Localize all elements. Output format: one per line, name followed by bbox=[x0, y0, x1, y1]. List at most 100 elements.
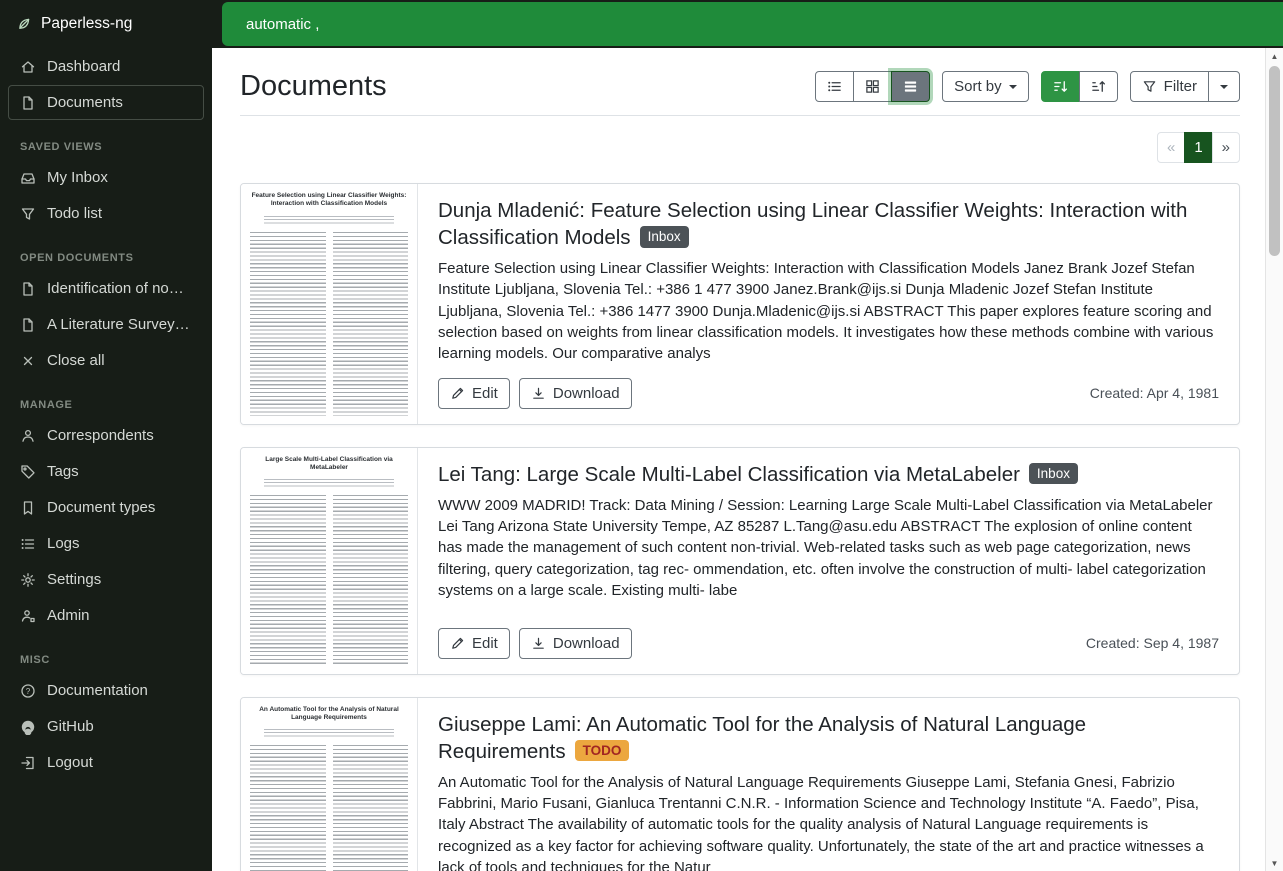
document-excerpt: Feature Selection using Linear Classifie… bbox=[438, 258, 1219, 364]
saved-views-heading: SAVED VIEWS bbox=[0, 121, 212, 159]
sort-direction-group bbox=[1041, 71, 1118, 102]
file-icon bbox=[20, 317, 36, 333]
edit-button[interactable]: Edit bbox=[438, 628, 510, 659]
sidebar-item-logs[interactable]: Logs bbox=[8, 526, 204, 561]
document-thumbnail[interactable]: Feature Selection using Linear Classifie… bbox=[241, 184, 418, 424]
sort-descending-icon bbox=[1053, 79, 1068, 94]
view-toggle-group bbox=[815, 71, 930, 102]
person-icon bbox=[20, 428, 36, 444]
sidebar-item-todo-list[interactable]: Todo list bbox=[8, 196, 204, 231]
open-documents-heading: OPEN DOCUMENTS bbox=[0, 232, 212, 270]
sidebar-item-close-all[interactable]: Close all bbox=[8, 343, 204, 378]
sidebar-item-correspondents[interactable]: Correspondents bbox=[8, 418, 204, 453]
grid-view-button[interactable] bbox=[853, 71, 892, 102]
tag-badge-todo[interactable]: TODO bbox=[575, 740, 630, 762]
sidebar-item-settings[interactable]: Settings bbox=[8, 562, 204, 597]
tag-icon bbox=[20, 464, 36, 480]
sidebar-item-open-doc-2[interactable]: A Literature Survey on ... bbox=[8, 307, 204, 342]
scrollbar[interactable]: ▲ ▼ bbox=[1265, 48, 1283, 871]
pencil-icon bbox=[450, 386, 465, 401]
tag-badge-inbox[interactable]: Inbox bbox=[640, 226, 689, 248]
download-icon bbox=[531, 636, 546, 651]
page-header: Documents Sort by bbox=[240, 48, 1240, 116]
tag-badge-inbox[interactable]: Inbox bbox=[1029, 463, 1078, 485]
document-card: Large Scale Multi-Label Classification v… bbox=[240, 447, 1240, 675]
created-date: Created: Apr 4, 1981 bbox=[1090, 385, 1219, 401]
document-card: Feature Selection using Linear Classifie… bbox=[240, 183, 1240, 425]
page-title: Documents bbox=[240, 70, 387, 103]
sidebar-item-documents[interactable]: Documents bbox=[8, 85, 204, 120]
brand[interactable]: Paperless-ng bbox=[0, 0, 212, 48]
sidebar-item-open-doc-1[interactable]: Identification of non-fu... bbox=[8, 271, 204, 306]
funnel-icon bbox=[1142, 79, 1157, 94]
sidebar-item-documentation[interactable]: ? Documentation bbox=[8, 673, 204, 708]
pencil-icon bbox=[450, 636, 465, 651]
sidebar-item-my-inbox[interactable]: My Inbox bbox=[8, 160, 204, 195]
inbox-icon bbox=[20, 170, 36, 186]
admin-icon bbox=[20, 608, 36, 624]
sidebar-item-dashboard[interactable]: Dashboard bbox=[8, 49, 204, 84]
sidebar-item-admin[interactable]: Admin bbox=[8, 598, 204, 633]
svg-text:?: ? bbox=[26, 687, 31, 696]
github-icon bbox=[20, 719, 36, 735]
sidebar-item-document-types[interactable]: Document types bbox=[8, 490, 204, 525]
sort-alphabetical-icon bbox=[1091, 79, 1106, 94]
document-excerpt: An Automatic Tool for the Analysis of Na… bbox=[438, 772, 1219, 871]
documents-icon bbox=[20, 95, 36, 111]
document-title[interactable]: Lei Tang: Large Scale Multi-Label Classi… bbox=[438, 461, 1219, 488]
brand-label: Paperless-ng bbox=[41, 15, 132, 33]
sort-alphabetical-button[interactable] bbox=[1079, 71, 1118, 102]
file-icon bbox=[20, 281, 36, 297]
document-excerpt: WWW 2009 MADRID! Track: Data Mining / Se… bbox=[438, 495, 1219, 601]
list-icon bbox=[20, 536, 36, 552]
filter-button[interactable]: Filter bbox=[1130, 71, 1209, 102]
filter-dropdown-button[interactable] bbox=[1208, 71, 1240, 102]
scrollbar-thumb[interactable] bbox=[1269, 66, 1280, 256]
document-card: An Automatic Tool for the Analysis of Na… bbox=[240, 697, 1240, 871]
pagination: « 1 » bbox=[240, 132, 1240, 163]
scroll-down-arrow[interactable]: ▼ bbox=[1271, 855, 1279, 871]
detail-view-icon bbox=[903, 79, 918, 94]
chevron-down-icon bbox=[1220, 85, 1228, 89]
sort-descending-button[interactable] bbox=[1041, 71, 1080, 102]
pagination-next-button[interactable]: » bbox=[1212, 132, 1240, 163]
detail-view-button[interactable] bbox=[891, 71, 930, 102]
manage-heading: MANAGE bbox=[0, 379, 212, 417]
toolbar: Sort by Filter bbox=[815, 71, 1240, 102]
sidebar-item-tags[interactable]: Tags bbox=[8, 454, 204, 489]
sidebar: Paperless-ng Dashboard Documents SAVED V… bbox=[0, 0, 212, 871]
topbar bbox=[212, 0, 1283, 48]
download-button[interactable]: Download bbox=[519, 628, 632, 659]
edit-button[interactable]: Edit bbox=[438, 378, 510, 409]
chevron-down-icon bbox=[1009, 85, 1017, 89]
bookmark-icon bbox=[20, 500, 36, 516]
dashboard-icon bbox=[20, 59, 36, 75]
sidebar-item-github[interactable]: GitHub bbox=[8, 709, 204, 744]
logout-icon bbox=[20, 755, 36, 771]
document-thumbnail[interactable]: An Automatic Tool for the Analysis of Na… bbox=[241, 698, 418, 871]
download-button[interactable]: Download bbox=[519, 378, 632, 409]
pagination-prev-button[interactable]: « bbox=[1157, 132, 1185, 163]
question-circle-icon: ? bbox=[20, 683, 36, 699]
document-title[interactable]: Dunja Mladenić: Feature Selection using … bbox=[438, 197, 1219, 251]
created-date: Created: Sep 4, 1987 bbox=[1086, 635, 1219, 651]
download-icon bbox=[531, 386, 546, 401]
app-window: Paperless-ng Dashboard Documents SAVED V… bbox=[0, 0, 1283, 871]
pagination-page-1-button[interactable]: 1 bbox=[1184, 132, 1212, 163]
misc-heading: MISC bbox=[0, 634, 212, 672]
funnel-icon bbox=[20, 206, 36, 222]
main-content: Documents Sort by bbox=[212, 48, 1266, 871]
document-title[interactable]: Giuseppe Lami: An Automatic Tool for the… bbox=[438, 711, 1219, 765]
close-icon bbox=[20, 353, 36, 369]
gear-icon bbox=[20, 572, 36, 588]
list-view-icon bbox=[827, 79, 842, 94]
document-thumbnail[interactable]: Large Scale Multi-Label Classification v… bbox=[241, 448, 418, 674]
document-list: Feature Selection using Linear Classifie… bbox=[240, 183, 1240, 871]
leaf-icon bbox=[16, 16, 32, 32]
sort-by-button[interactable]: Sort by bbox=[942, 71, 1029, 102]
sidebar-item-logout[interactable]: Logout bbox=[8, 745, 204, 780]
filter-group: Filter bbox=[1130, 71, 1240, 102]
scroll-up-arrow[interactable]: ▲ bbox=[1271, 48, 1279, 64]
list-view-button[interactable] bbox=[815, 71, 854, 102]
search-input[interactable] bbox=[222, 2, 1283, 46]
